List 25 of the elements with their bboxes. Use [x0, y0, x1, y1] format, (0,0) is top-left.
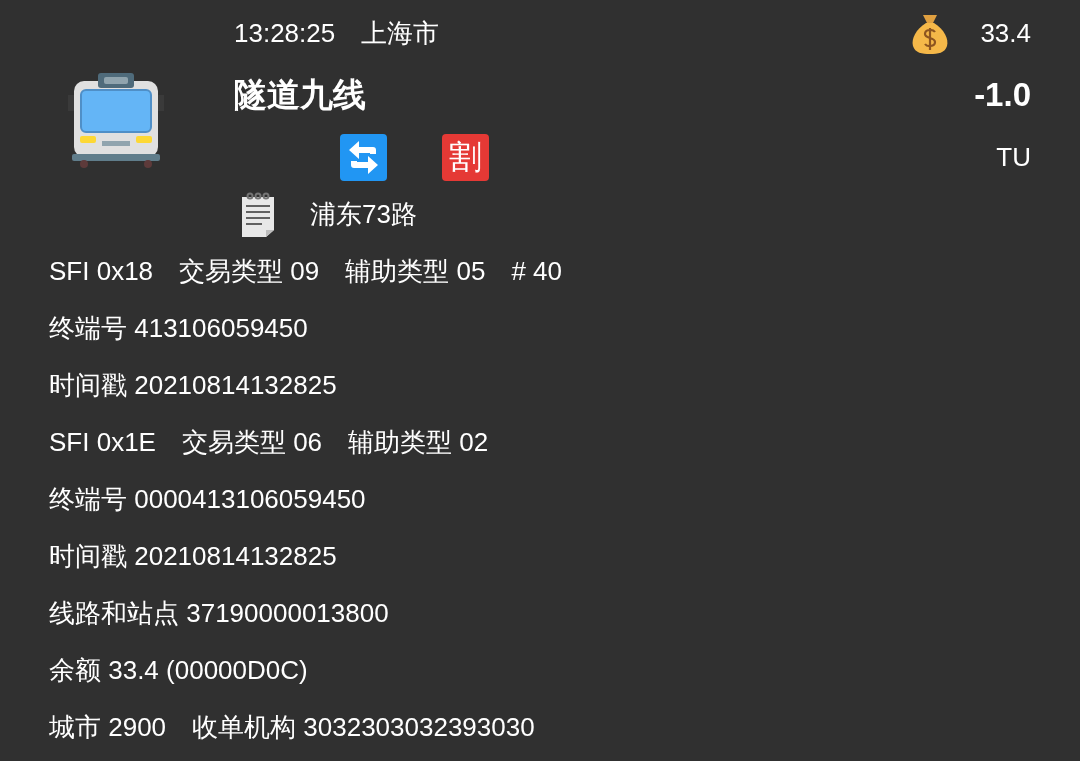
note-text: 浦东73路 — [310, 198, 417, 231]
record-field: 终端号 413106059450 — [49, 311, 308, 346]
record-field: 收单机构 3032303032393030 — [192, 710, 535, 745]
record-field: 时间戳 20210814132825 — [49, 539, 337, 574]
record-field: 辅助类型 02 — [348, 425, 489, 460]
repeat-arrows-icon — [340, 133, 387, 181]
record-field: 辅助类型 05 — [345, 254, 486, 289]
record-field: 交易类型 06 — [181, 425, 323, 460]
record-field: # 40 — [511, 256, 562, 287]
card-type: TU — [996, 141, 1031, 173]
time: 13:28:25 — [234, 18, 336, 49]
record-field: 终端号 0000413106059450 — [49, 482, 366, 517]
record-field: 余额 33.4 (00000D0C) — [49, 653, 308, 688]
discount-badge: 割 — [442, 133, 489, 181]
record-field: 交易类型 09 — [179, 254, 320, 289]
route-name: 隧道九线 — [234, 74, 366, 115]
record-field: 线路和站点 37190000013800 — [49, 596, 389, 631]
record-field: SFI 0x1E — [49, 427, 156, 458]
fare-amount: -1.0 — [974, 76, 1031, 114]
record-field: SFI 0x18 — [49, 256, 154, 287]
balance: 33.4 — [980, 18, 1031, 49]
notepad-icon — [240, 191, 276, 238]
record-field: 时间戳 20210814132825 — [49, 368, 337, 403]
city-name: 上海市 — [361, 17, 440, 50]
record-field: 城市 2900 — [49, 710, 167, 745]
